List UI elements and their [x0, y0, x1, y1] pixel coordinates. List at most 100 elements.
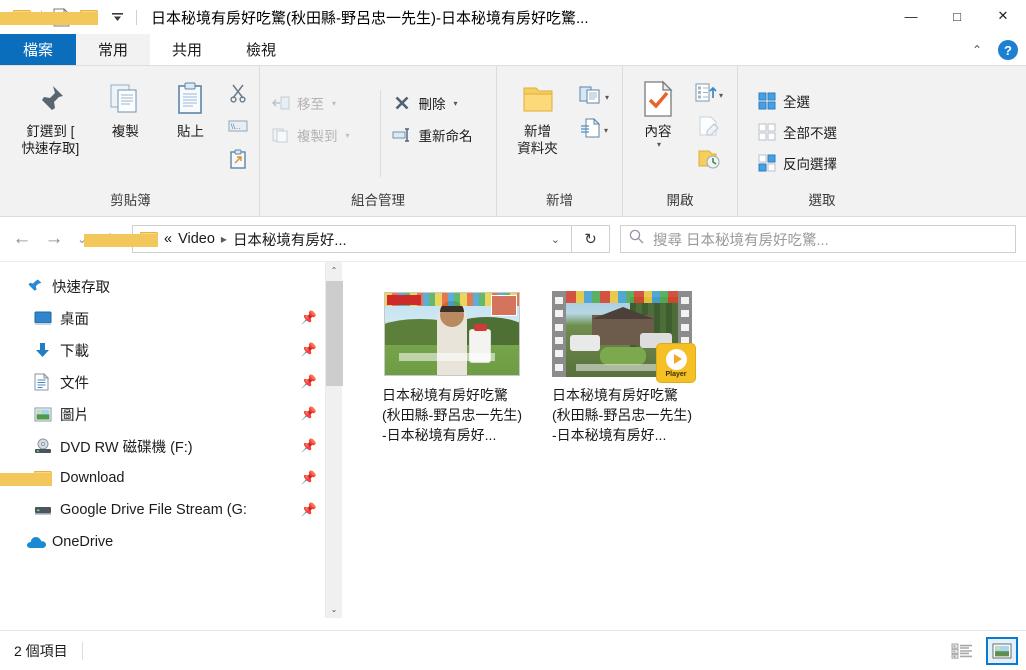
properties-caret-icon[interactable]: ▾: [657, 140, 661, 149]
breadcrumb-item-video[interactable]: Video: [178, 231, 215, 247]
sidebar-item-quick-access[interactable]: 快速存取: [0, 270, 325, 302]
maximize-button[interactable]: □: [934, 0, 980, 32]
sidebar-label: DVD RW 磁碟機 (F:): [60, 439, 193, 456]
player-badge-label: Player: [665, 370, 687, 378]
minimize-button[interactable]: —: [888, 0, 934, 32]
properties-button[interactable]: 內容 ▾: [629, 72, 687, 149]
scroll-up-icon[interactable]: ⌃: [326, 262, 343, 279]
paste-shortcut-icon[interactable]: [223, 144, 253, 174]
new-folder-label-line2: 資料夾: [517, 141, 558, 157]
copy-label: 複製: [111, 124, 139, 139]
copy-button[interactable]: 複製: [93, 72, 158, 140]
search-input[interactable]: 搜尋 日本秘境有房好吃驚...: [653, 229, 829, 250]
open-with-button[interactable]: ▾: [687, 80, 731, 110]
sidebar-label: 快速存取: [52, 279, 110, 296]
breadcrumb-overflow[interactable]: «: [164, 231, 172, 247]
sidebar-label: 圖片: [60, 407, 89, 424]
history-button[interactable]: [687, 146, 731, 176]
select-all-button[interactable]: 全選: [752, 86, 892, 116]
pin-icon[interactable]: 📌: [301, 470, 317, 486]
select-none-label: 全部不選: [783, 126, 837, 141]
pin-icon[interactable]: 📌: [301, 310, 317, 326]
cut-icon[interactable]: [223, 78, 253, 108]
select-none-icon: [757, 122, 777, 142]
sidebar-item-download-folder[interactable]: Download 📌: [0, 462, 325, 494]
paste-label: 貼上: [176, 124, 204, 139]
open-with-caret-icon[interactable]: ▾: [719, 91, 723, 100]
new-folder-icon[interactable]: [24, 3, 103, 31]
customize-dropdown-icon[interactable]: [103, 3, 131, 31]
sidebar-item-desktop[interactable]: 桌面 📌: [0, 302, 325, 334]
scroll-down-icon[interactable]: ⌄: [326, 601, 343, 618]
file-item[interactable]: 日本秘境有房好吃驚(秋田縣-野呂忠一先生)-日本秘境有房好...: [382, 290, 522, 446]
new-item-button[interactable]: ▾: [572, 82, 616, 112]
tab-home[interactable]: 常用: [76, 34, 150, 65]
copy-path-icon[interactable]: \\...: [223, 111, 253, 141]
forward-button[interactable]: →: [38, 223, 70, 255]
sidebar-item-pictures[interactable]: 圖片 📌: [0, 398, 325, 430]
move-to-caret-icon[interactable]: ▾: [332, 99, 336, 108]
drive-icon: [34, 504, 60, 516]
sidebar-item-onedrive[interactable]: OneDrive: [0, 526, 325, 558]
pin-icon: [33, 78, 67, 120]
status-bar: 2 個項目: [0, 630, 1026, 670]
ribbon: 釘選到 [ 快速存取] 複製 貼上 \\... 剪貼簿 移至 ▾ 複製到 ▾ 刪…: [0, 66, 1026, 217]
copy-to-button[interactable]: 複製到 ▾: [266, 120, 374, 150]
new-folder-icon: [519, 78, 557, 120]
paste-icon: [173, 78, 207, 120]
easy-access-button[interactable]: ▾: [572, 115, 616, 145]
navigation-pane-scrollbar[interactable]: ⌃ ⌄: [325, 262, 343, 618]
delete-caret-icon[interactable]: ▾: [453, 99, 457, 108]
easy-access-caret-icon[interactable]: ▾: [604, 126, 608, 135]
pin-icon[interactable]: 📌: [301, 502, 317, 518]
new-folder-button[interactable]: 新增 資料夾: [503, 72, 572, 158]
paste-button[interactable]: 貼上: [158, 72, 223, 140]
collapse-ribbon-button[interactable]: ⌃: [968, 43, 986, 57]
back-button[interactable]: ←: [6, 223, 38, 255]
scrollbar-track[interactable]: [325, 279, 343, 601]
file-item[interactable]: Player 日本秘境有房好吃驚(秋田縣-野呂忠一先生)-日本秘境有房好...: [552, 290, 696, 446]
address-bar[interactable]: « Video ▸ 日本秘境有房好... ⌄: [84, 225, 572, 253]
properties-label: 內容: [644, 124, 672, 139]
delete-label: 刪除: [418, 97, 446, 112]
scrollbar-thumb[interactable]: [325, 281, 343, 386]
new-item-caret-icon[interactable]: ▾: [605, 93, 609, 102]
pin-to-quick-access-button[interactable]: 釘選到 [ 快速存取]: [8, 72, 93, 158]
tab-share[interactable]: 共用: [150, 34, 224, 65]
large-icons-view-button[interactable]: [986, 636, 1018, 665]
edit-button[interactable]: [687, 113, 731, 143]
tab-file[interactable]: 檔案: [0, 34, 76, 65]
file-name: 日本秘境有房好吃驚(秋田縣-野呂忠一先生)-日本秘境有房好...: [552, 387, 692, 443]
dvd-drive-icon: [34, 438, 60, 455]
refresh-button[interactable]: ↻: [572, 225, 610, 253]
address-dropdown-icon[interactable]: ⌄: [544, 233, 567, 246]
rename-button[interactable]: 重新命名: [387, 120, 490, 150]
edit-icon: [698, 116, 720, 141]
pin-icon[interactable]: 📌: [301, 438, 317, 454]
delete-button[interactable]: 刪除 ▾: [387, 88, 490, 118]
ribbon-group-label-organize: 組合管理: [351, 193, 405, 208]
pin-icon[interactable]: 📌: [301, 406, 317, 422]
help-button[interactable]: ?: [998, 40, 1018, 60]
file-explorer-window: 日本秘境有房好吃驚(秋田縣-野呂忠一先生)-日本秘境有房好吃驚... — □ ✕…: [0, 0, 1026, 670]
invert-selection-button[interactable]: 反向選擇: [752, 148, 892, 178]
sidebar-item-google-drive[interactable]: Google Drive File Stream (G: 📌: [0, 494, 325, 526]
close-button[interactable]: ✕: [980, 0, 1026, 32]
onedrive-icon: [26, 536, 52, 549]
copy-to-caret-icon[interactable]: ▾: [346, 131, 350, 140]
search-box[interactable]: 搜尋 日本秘境有房好吃驚...: [620, 225, 1016, 253]
sidebar-item-documents[interactable]: 文件 📌: [0, 366, 325, 398]
pin-icon[interactable]: 📌: [301, 342, 317, 358]
sidebar-item-downloads[interactable]: 下載 📌: [0, 334, 325, 366]
pin-icon[interactable]: 📌: [301, 374, 317, 390]
title-bar: 日本秘境有房好吃驚(秋田縣-野呂忠一先生)-日本秘境有房好吃驚... — □ ✕: [0, 0, 1026, 34]
select-none-button[interactable]: 全部不選: [752, 117, 892, 147]
select-all-label: 全選: [783, 95, 810, 110]
sidebar-item-dvd-drive[interactable]: DVD RW 磁碟機 (F:) 📌: [0, 430, 325, 462]
details-view-button[interactable]: [946, 637, 978, 665]
main-area: 快速存取 桌面 📌 下載 📌 文件 📌 圖片 📌 DVD RW 磁碟機 (F:)…: [0, 261, 1026, 618]
breadcrumb-item-current[interactable]: 日本秘境有房好...: [233, 229, 347, 250]
file-list-view[interactable]: 日本秘境有房好吃驚(秋田縣-野呂忠一先生)-日本秘境有房好... Player …: [342, 262, 1026, 618]
tab-view[interactable]: 檢視: [224, 34, 298, 65]
move-to-button[interactable]: 移至 ▾: [266, 88, 374, 118]
